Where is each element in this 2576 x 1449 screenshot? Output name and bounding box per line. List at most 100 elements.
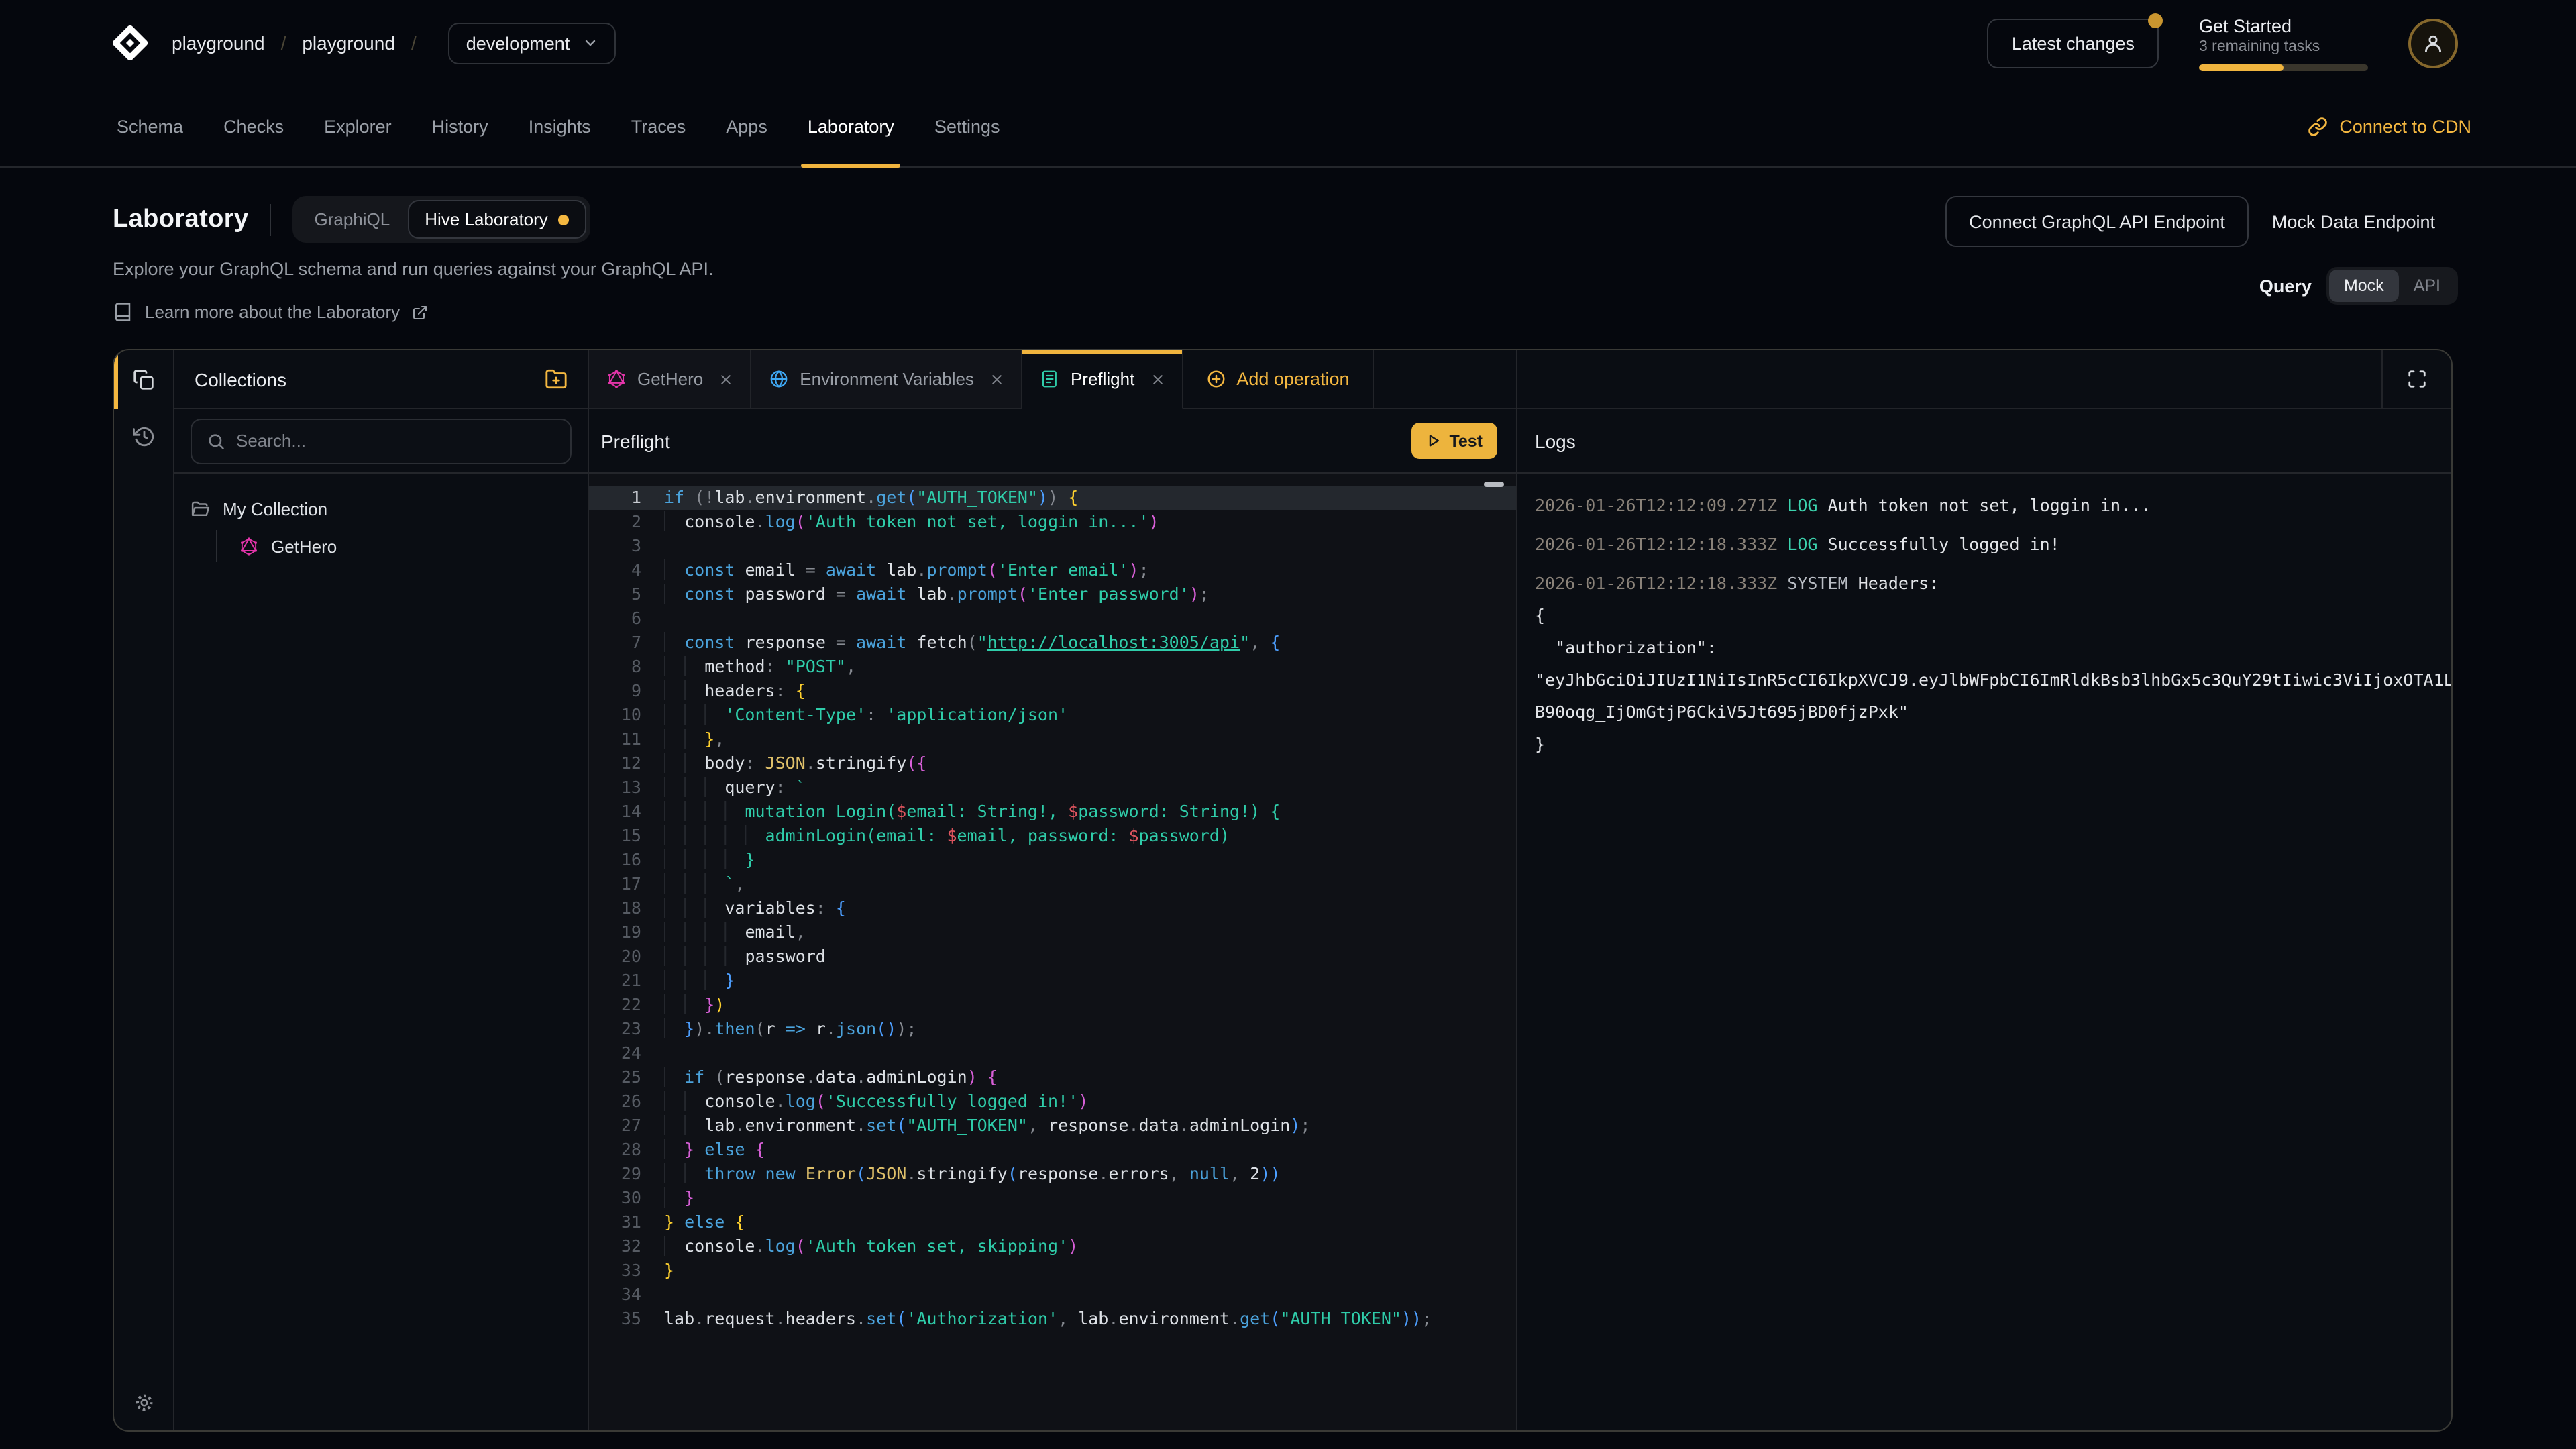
tab-gethero[interactable]: GetHero (589, 350, 751, 409)
line-number: 32 (589, 1234, 664, 1258)
nav-tab-insights[interactable]: Insights (508, 86, 611, 166)
logs-output[interactable]: 2026-01-26T12:12:09.271Z LOG Auth token … (1516, 474, 2451, 1430)
connect-to-cdn-link[interactable]: Connect to CDN (2299, 86, 2479, 166)
code-line[interactable]: 16 } (589, 848, 1516, 872)
code-line[interactable]: 14 mutation Login($email: String!, $pass… (589, 800, 1516, 824)
code-line[interactable]: 22 }) (589, 993, 1516, 1017)
test-button[interactable]: Test (1411, 423, 1497, 459)
close-icon[interactable] (1150, 372, 1164, 386)
play-icon (1426, 433, 1441, 448)
target-selector[interactable]: development (449, 22, 616, 64)
code-line[interactable]: 29 throw new Error(JSON.stringify(respon… (589, 1162, 1516, 1186)
toggle-option-hive-laboratory[interactable]: Hive Laboratory (407, 200, 587, 239)
rail-collections-button[interactable] (114, 350, 173, 409)
line-number: 28 (589, 1138, 664, 1162)
tab-preflight[interactable]: Preflight (1022, 350, 1183, 409)
code-line[interactable]: 34 (589, 1283, 1516, 1307)
rail-history-button[interactable] (114, 409, 173, 463)
line-text: if (!lab.environment.get("AUTH_TOKEN")) … (664, 486, 1516, 510)
code-line[interactable]: 7 const response = await fetch("http://l… (589, 631, 1516, 655)
nav-tab-history[interactable]: History (412, 86, 508, 166)
get-started-widget[interactable]: Get Started 3 remaining tasks (2199, 15, 2368, 70)
mock-data-endpoint-button[interactable]: Mock Data Endpoint (2249, 196, 2458, 247)
line-text: } (664, 969, 1516, 993)
search-input[interactable]: Search... (191, 418, 572, 464)
toggle-option-graphiql[interactable]: GraphiQL (297, 200, 408, 239)
code-line[interactable]: 2 console.log('Auth token not set, loggi… (589, 510, 1516, 534)
line-number: 22 (589, 993, 664, 1017)
code-line[interactable]: 23 }).then(r => r.json()); (589, 1017, 1516, 1041)
nav-tab-settings[interactable]: Settings (914, 86, 1020, 166)
code-line[interactable]: 26 console.log('Successfully logged in!'… (589, 1089, 1516, 1114)
line-text: method: "POST", (664, 655, 1516, 679)
query-mode-mock[interactable]: Mock (2329, 270, 2399, 302)
code-line[interactable]: 3 (589, 534, 1516, 558)
line-number: 12 (589, 751, 664, 775)
code-line[interactable]: 31} else { (589, 1210, 1516, 1234)
code-line[interactable]: 12 body: JSON.stringify({ (589, 751, 1516, 775)
add-operation-button[interactable]: Add operation (1183, 350, 1373, 409)
line-text: variables: { (664, 896, 1516, 920)
code-line[interactable]: 13 query: ` (589, 775, 1516, 800)
line-number: 31 (589, 1210, 664, 1234)
collection-children: GetHero (191, 527, 572, 565)
breadcrumb-org[interactable]: playground (172, 32, 265, 54)
code-line[interactable]: 28 } else { (589, 1138, 1516, 1162)
code-line[interactable]: 27 lab.environment.set("AUTH_TOKEN", res… (589, 1114, 1516, 1138)
code-line[interactable]: 8 method: "POST", (589, 655, 1516, 679)
user-icon (2422, 32, 2445, 54)
fullscreen-button[interactable] (2381, 350, 2451, 408)
code-line[interactable]: 33} (589, 1258, 1516, 1283)
code-line[interactable]: 1if (!lab.environment.get("AUTH_TOKEN"))… (589, 486, 1516, 510)
avatar[interactable] (2408, 18, 2458, 68)
code-line[interactable]: 18 variables: { (589, 896, 1516, 920)
line-number: 26 (589, 1089, 664, 1114)
collection-folder[interactable]: My Collection (191, 490, 572, 527)
code-line[interactable]: 17 `, (589, 872, 1516, 896)
hive-logo-icon[interactable] (113, 25, 148, 60)
new-collection-button[interactable] (545, 368, 568, 390)
code-line[interactable]: 25 if (response.data.adminLogin) { (589, 1065, 1516, 1089)
code-line[interactable]: 30 } (589, 1186, 1516, 1210)
tab-environment-variables[interactable]: Environment Variables (751, 350, 1022, 409)
line-text: console.log('Auth token not set, loggin … (664, 510, 1516, 534)
collections-header: Collections (174, 350, 589, 409)
nav-tab-traces[interactable]: Traces (611, 86, 706, 166)
rail-settings-button[interactable] (114, 1391, 173, 1414)
code-line[interactable]: 35lab.request.headers.set('Authorization… (589, 1307, 1516, 1331)
editor-scrollbar-thumb[interactable] (1484, 482, 1504, 487)
preflight-code-editor[interactable]: 1if (!lab.environment.get("AUTH_TOKEN"))… (589, 474, 1516, 1430)
breadcrumb-project[interactable]: playground (302, 32, 395, 54)
nav-tab-explorer[interactable]: Explorer (304, 86, 412, 166)
query-mode-api[interactable]: API (2399, 270, 2455, 302)
nav-tab-laboratory[interactable]: Laboratory (788, 86, 914, 166)
latest-changes-button[interactable]: Latest changes (1988, 18, 2159, 68)
code-line[interactable]: 9 headers: { (589, 679, 1516, 703)
line-number: 24 (589, 1041, 664, 1065)
nav-tab-checks[interactable]: Checks (203, 86, 304, 166)
collection-operation-gethero[interactable]: GetHero (239, 527, 572, 565)
page-title: Laboratory (113, 205, 249, 234)
learn-more-link[interactable]: Learn more about the Laboratory (113, 302, 714, 322)
close-icon[interactable] (990, 372, 1004, 386)
close-icon[interactable] (719, 372, 733, 386)
code-line[interactable]: 24 (589, 1041, 1516, 1065)
nav-tab-apps[interactable]: Apps (706, 86, 788, 166)
line-number: 16 (589, 848, 664, 872)
code-line[interactable]: 5 const password = await lab.prompt('Ent… (589, 582, 1516, 606)
code-line[interactable]: 11 }, (589, 727, 1516, 751)
line-number: 23 (589, 1017, 664, 1041)
code-line[interactable]: 10 'Content-Type': 'application/json' (589, 703, 1516, 727)
line-text: email, (664, 920, 1516, 945)
fullscreen-icon (2407, 369, 2427, 389)
connect-graphql-endpoint-button[interactable]: Connect GraphQL API Endpoint (1945, 196, 2249, 247)
code-line[interactable]: 4 const email = await lab.prompt('Enter … (589, 558, 1516, 582)
code-line[interactable]: 19 email, (589, 920, 1516, 945)
tab-label: Preflight (1071, 369, 1134, 389)
code-line[interactable]: 15 adminLogin(email: $email, password: $… (589, 824, 1516, 848)
code-line[interactable]: 21 } (589, 969, 1516, 993)
code-line[interactable]: 6 (589, 606, 1516, 631)
code-line[interactable]: 32 console.log('Auth token set, skipping… (589, 1234, 1516, 1258)
code-line[interactable]: 20 password (589, 945, 1516, 969)
nav-tab-schema[interactable]: Schema (97, 86, 203, 166)
